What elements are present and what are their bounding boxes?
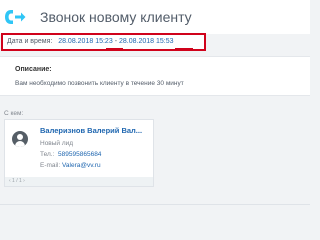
participants-label: С кем:	[4, 110, 24, 117]
pager-text[interactable]: ‹ 1 / 1 ›	[9, 178, 25, 184]
email-label: E-mail:	[40, 162, 61, 169]
contact-phone-row: Тел.: 589595865684	[40, 151, 101, 158]
activity-header: Звонок новому клиенту	[0, 0, 310, 34]
start-time: 15:23	[95, 38, 113, 45]
datetime-label: Дата и время:	[7, 38, 53, 45]
contact-pager[interactable]: ‹ 1 / 1 ›	[5, 177, 153, 186]
phone-label: Тел.:	[40, 151, 55, 158]
end-date: 28.08.2018	[118, 38, 155, 45]
email-link[interactable]: Valera@vv.ru	[62, 162, 101, 169]
contact-card[interactable]: Валеризнов Валерий Вал... Новый лид Тел.…	[4, 119, 154, 187]
description-card: Описание: Вам необходимо позвонить клиен…	[0, 56, 310, 96]
phone-link[interactable]: 589595865684	[58, 151, 101, 158]
contact-type: Новый лид	[40, 140, 74, 147]
end-time: 15:53	[155, 38, 174, 45]
user-avatar-icon	[12, 131, 28, 147]
divider	[0, 204, 310, 205]
datetime-separator: -	[114, 38, 118, 45]
outgoing-call-icon	[5, 10, 26, 24]
page-title: Звонок новому клиенту	[40, 9, 192, 25]
datetime-text: Дата и время: 28.08.2018 15:23 - 28.08.2…	[7, 38, 174, 45]
start-time-highlight	[106, 48, 123, 50]
contact-name-link[interactable]: Валеризнов Валерий Вал...	[40, 126, 152, 135]
start-date: 28.08.2018	[58, 38, 94, 45]
description-label: Описание:	[15, 66, 52, 73]
datetime-row: Дата и время: 28.08.2018 15:23 - 28.08.2…	[1, 33, 206, 51]
contact-email-row: E-mail: Valera@vv.ru	[40, 162, 101, 169]
end-time-highlight	[175, 48, 193, 50]
description-text: Вам необходимо позвонить клиенту в течен…	[15, 80, 184, 87]
